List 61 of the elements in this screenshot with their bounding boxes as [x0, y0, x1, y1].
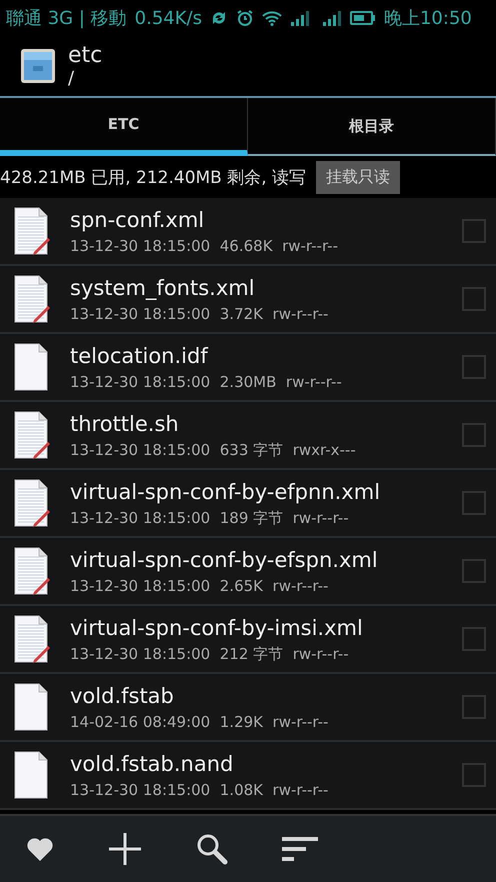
- file-row[interactable]: virtual-spn-conf-by-efpnn.xml 13-12-30 18:15:00 189 字节 rw-r--r--: [0, 470, 496, 538]
- checkbox[interactable]: [462, 355, 486, 379]
- wifi-icon: [262, 10, 282, 26]
- file-details: 13-12-30 18:15:00 189 字节 rw-r--r--: [70, 508, 350, 528]
- folder-title: etc: [68, 43, 102, 69]
- file-name: virtual-spn-conf-by-efpnn.xml: [70, 478, 382, 504]
- network-speed: 0.54K/s: [134, 8, 202, 28]
- file-details: 13-12-30 18:15:00 46.68K rw-r--r--: [70, 237, 339, 255]
- text-file-icon: [14, 479, 52, 527]
- file-row[interactable]: system_fonts.xml 13-12-30 18:15:00 3.72K rw-r--r--: [0, 266, 496, 334]
- file-row[interactable]: vold.fstab.nand 13-12-30 18:15:00 1.08K rw-r--r--: [0, 742, 496, 810]
- file-name: virtual-spn-conf-by-efspn.xml: [70, 547, 379, 573]
- signal-icon: [290, 10, 310, 26]
- add-icon[interactable]: [108, 832, 142, 866]
- heart-icon[interactable]: [26, 836, 54, 862]
- file-details: 13-12-30 18:15:00 2.65K rw-r--r--: [70, 577, 330, 595]
- text-file-icon: [14, 411, 52, 459]
- sort-icon[interactable]: [282, 835, 318, 863]
- storage-info: 428.21MB 已用, 212.40MB 剩余, 读写: [0, 166, 306, 188]
- checkbox[interactable]: [462, 287, 486, 311]
- file-name: throttle.sh: [70, 410, 180, 436]
- file-name: spn-conf.xml: [70, 207, 206, 233]
- file-row[interactable]: vold.fstab 14-02-16 08:49:00 1.29K rw-r--r--: [0, 674, 496, 742]
- alarm-icon: [236, 9, 254, 27]
- signal-icon: [322, 10, 342, 26]
- checkbox[interactable]: [462, 423, 486, 447]
- tab[interactable]: ETC: [0, 98, 248, 156]
- file-name: vold.fstab.nand: [70, 751, 234, 777]
- folder-app-icon: [20, 48, 56, 84]
- file-details: 13-12-30 18:15:00 2.30MB rw-r--r--: [70, 373, 343, 391]
- folder-path: /: [68, 69, 76, 89]
- search-icon[interactable]: [196, 833, 228, 865]
- file-details: 13-12-30 18:15:00 212 字节 rw-r--r--: [70, 644, 350, 664]
- checkbox[interactable]: [462, 219, 486, 243]
- battery-icon: [350, 10, 376, 26]
- file-name: telocation.idf: [70, 343, 210, 369]
- mount-readonly-button[interactable]: 挂载只读: [316, 160, 400, 194]
- text-file-icon: [14, 275, 52, 323]
- file-name: virtual-spn-conf-by-imsi.xml: [70, 614, 364, 640]
- file-details: 14-02-16 08:49:00 1.29K rw-r--r--: [70, 713, 330, 731]
- checkbox[interactable]: [462, 695, 486, 719]
- file-row[interactable]: virtual-spn-conf-by-imsi.xml 13-12-30 18:15:00 212 字节 rw-r--r--: [0, 606, 496, 674]
- file-name: system_fonts.xml: [70, 275, 256, 301]
- text-file-icon: [14, 207, 52, 255]
- checkbox[interactable]: [462, 559, 486, 583]
- file-name: vold.fstab: [70, 683, 175, 709]
- file-details: 13-12-30 18:15:00 633 字节 rwxr-x---: [70, 440, 357, 460]
- file-details: 13-12-30 18:15:00 3.72K rw-r--r--: [70, 305, 330, 323]
- checkbox[interactable]: [462, 491, 486, 515]
- file-row[interactable]: virtual-spn-conf-by-efspn.xml 13-12-30 18:15:00 2.65K rw-r--r--: [0, 538, 496, 606]
- checkbox[interactable]: [462, 763, 486, 787]
- clock-time: 晚上10:50: [384, 7, 472, 30]
- file-row[interactable]: telocation.idf 13-12-30 18:15:00 2.30MB rw-r--r--: [0, 334, 496, 402]
- text-file-icon: [14, 615, 52, 663]
- file-row[interactable]: spn-conf.xml 13-12-30 18:15:00 46.68K rw-r--r--: [0, 198, 496, 266]
- checkbox[interactable]: [462, 627, 486, 651]
- file-details: 13-12-30 18:15:00 1.08K rw-r--r--: [70, 781, 330, 799]
- tab[interactable]: 根目录: [248, 98, 496, 156]
- carrier-label: 聯通 3G | 移動: [6, 7, 127, 30]
- text-file-icon: [14, 547, 52, 595]
- file-row[interactable]: throttle.sh 13-12-30 18:15:00 633 字节 rwxr-x---: [0, 402, 496, 470]
